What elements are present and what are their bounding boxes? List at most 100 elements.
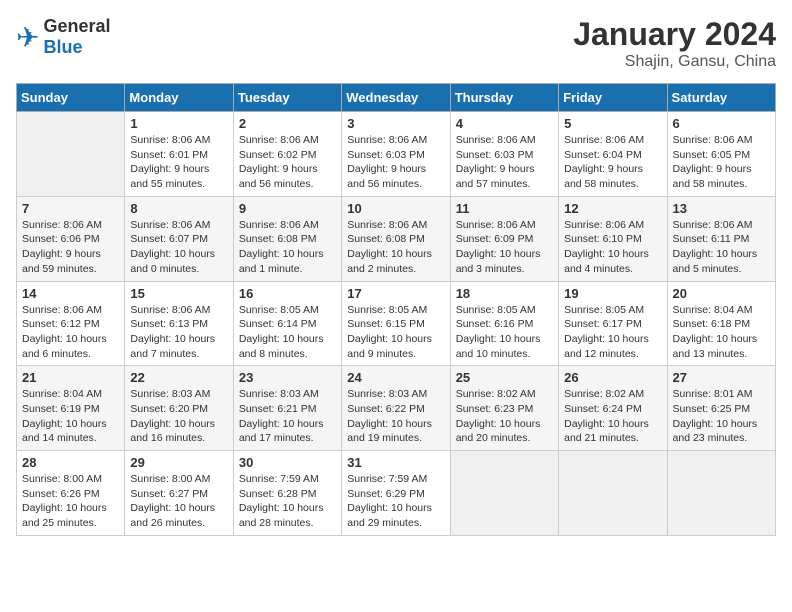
day-number: 30 — [239, 455, 336, 470]
calendar-cell: 15 Sunrise: 8:06 AMSunset: 6:13 PMDayligh… — [125, 281, 233, 366]
calendar-cell: 10 Sunrise: 8:06 AMSunset: 6:08 PMDayligh… — [342, 196, 450, 281]
day-info: Sunrise: 8:06 AMSunset: 6:11 PMDaylight:… — [673, 218, 770, 277]
day-number: 12 — [564, 201, 661, 216]
day-number: 28 — [22, 455, 119, 470]
day-info: Sunrise: 8:04 AMSunset: 6:18 PMDaylight:… — [673, 303, 770, 362]
day-number: 25 — [456, 370, 553, 385]
day-info: Sunrise: 8:06 AMSunset: 6:08 PMDaylight:… — [347, 218, 444, 277]
day-number: 8 — [130, 201, 227, 216]
day-info: Sunrise: 8:06 AMSunset: 6:05 PMDaylight:… — [673, 133, 770, 192]
calendar-week-3: 14 Sunrise: 8:06 AMSunset: 6:12 PMDayligh… — [17, 281, 776, 366]
day-info: Sunrise: 8:06 AMSunset: 6:06 PMDaylight:… — [22, 218, 119, 277]
title-block: January 2024 Shajin, Gansu, China — [573, 16, 776, 71]
calendar-cell: 25 Sunrise: 8:02 AMSunset: 6:23 PMDayligh… — [450, 366, 558, 451]
day-number: 5 — [564, 116, 661, 131]
calendar-cell: 7 Sunrise: 8:06 AMSunset: 6:06 PMDaylight… — [17, 196, 125, 281]
location-title: Shajin, Gansu, China — [573, 53, 776, 71]
logo-icon: ✈ — [16, 21, 39, 54]
calendar-cell: 17Sunrise: 8:05 AMSunset: 6:15 PMDayligh… — [342, 281, 450, 366]
calendar-cell: 29 Sunrise: 8:00 AMSunset: 6:27 PMDayligh… — [125, 451, 233, 536]
day-info: Sunrise: 7:59 AMSunset: 6:28 PMDaylight:… — [239, 472, 336, 531]
calendar-cell — [450, 451, 558, 536]
day-info: Sunrise: 8:05 AMSunset: 6:17 PMDaylight:… — [564, 303, 661, 362]
day-number: 19 — [564, 286, 661, 301]
calendar-cell: 30 Sunrise: 7:59 AMSunset: 6:28 PMDayligh… — [233, 451, 341, 536]
logo-general: General — [43, 16, 110, 36]
day-number: 2 — [239, 116, 336, 131]
day-info: Sunrise: 8:03 AMSunset: 6:22 PMDaylight:… — [347, 387, 444, 446]
weekday-header-friday: Friday — [559, 84, 667, 112]
calendar-cell: 13Sunrise: 8:06 AMSunset: 6:11 PMDayligh… — [667, 196, 775, 281]
day-number: 1 — [130, 116, 227, 131]
day-info: Sunrise: 8:05 AMSunset: 6:15 PMDaylight:… — [347, 303, 444, 362]
day-number: 26 — [564, 370, 661, 385]
calendar-cell: 14 Sunrise: 8:06 AMSunset: 6:12 PMDayligh… — [17, 281, 125, 366]
calendar-cell: 21Sunrise: 8:04 AMSunset: 6:19 PMDayligh… — [17, 366, 125, 451]
day-info: Sunrise: 8:06 AMSunset: 6:13 PMDaylight:… — [130, 303, 227, 362]
day-info: Sunrise: 8:06 AMSunset: 6:07 PMDaylight:… — [130, 218, 227, 277]
weekday-header-tuesday: Tuesday — [233, 84, 341, 112]
calendar-table: SundayMondayTuesdayWednesdayThursdayFrid… — [16, 83, 776, 536]
calendar-cell: 1 Sunrise: 8:06 AMSunset: 6:01 PMDaylight… — [125, 112, 233, 197]
calendar-cell — [667, 451, 775, 536]
calendar-cell: 23Sunrise: 8:03 AMSunset: 6:21 PMDayligh… — [233, 366, 341, 451]
calendar-cell: 19 Sunrise: 8:05 AMSunset: 6:17 PMDayligh… — [559, 281, 667, 366]
calendar-cell: 26 Sunrise: 8:02 AMSunset: 6:24 PMDayligh… — [559, 366, 667, 451]
day-number: 22 — [130, 370, 227, 385]
day-info: Sunrise: 8:06 AMSunset: 6:03 PMDaylight:… — [456, 133, 553, 192]
page-header: ✈ General Blue January 2024 Shajin, Gans… — [16, 16, 776, 71]
day-number: 24 — [347, 370, 444, 385]
calendar-cell: 12Sunrise: 8:06 AMSunset: 6:10 PMDayligh… — [559, 196, 667, 281]
day-number: 18 — [456, 286, 553, 301]
calendar-week-4: 21Sunrise: 8:04 AMSunset: 6:19 PMDayligh… — [17, 366, 776, 451]
day-info: Sunrise: 8:06 AMSunset: 6:12 PMDaylight:… — [22, 303, 119, 362]
day-info: Sunrise: 8:06 AMSunset: 6:01 PMDaylight:… — [130, 133, 227, 192]
calendar-cell — [559, 451, 667, 536]
day-number: 31 — [347, 455, 444, 470]
calendar-cell: 16Sunrise: 8:05 AMSunset: 6:14 PMDayligh… — [233, 281, 341, 366]
day-info: Sunrise: 8:02 AMSunset: 6:24 PMDaylight:… — [564, 387, 661, 446]
calendar-cell: 27Sunrise: 8:01 AMSunset: 6:25 PMDayligh… — [667, 366, 775, 451]
calendar-cell: 5 Sunrise: 8:06 AMSunset: 6:04 PMDaylight… — [559, 112, 667, 197]
calendar-cell: 8 Sunrise: 8:06 AMSunset: 6:07 PMDaylight… — [125, 196, 233, 281]
day-number: 6 — [673, 116, 770, 131]
day-info: Sunrise: 8:06 AMSunset: 6:04 PMDaylight:… — [564, 133, 661, 192]
logo-blue: Blue — [43, 37, 82, 57]
weekday-header-saturday: Saturday — [667, 84, 775, 112]
day-info: Sunrise: 8:00 AMSunset: 6:26 PMDaylight:… — [22, 472, 119, 531]
day-number: 7 — [22, 201, 119, 216]
day-number: 11 — [456, 201, 553, 216]
day-number: 4 — [456, 116, 553, 131]
day-number: 15 — [130, 286, 227, 301]
calendar-cell: 18 Sunrise: 8:05 AMSunset: 6:16 PMDayligh… — [450, 281, 558, 366]
calendar-cell: 22Sunrise: 8:03 AMSunset: 6:20 PMDayligh… — [125, 366, 233, 451]
weekday-header-wednesday: Wednesday — [342, 84, 450, 112]
calendar-week-5: 28 Sunrise: 8:00 AMSunset: 6:26 PMDayligh… — [17, 451, 776, 536]
calendar-cell: 20 Sunrise: 8:04 AMSunset: 6:18 PMDayligh… — [667, 281, 775, 366]
day-info: Sunrise: 8:02 AMSunset: 6:23 PMDaylight:… — [456, 387, 553, 446]
day-info: Sunrise: 8:00 AMSunset: 6:27 PMDaylight:… — [130, 472, 227, 531]
logo: ✈ General Blue — [16, 16, 111, 58]
day-number: 23 — [239, 370, 336, 385]
day-number: 10 — [347, 201, 444, 216]
day-number: 14 — [22, 286, 119, 301]
day-info: Sunrise: 8:05 AMSunset: 6:16 PMDaylight:… — [456, 303, 553, 362]
calendar-cell: 2 Sunrise: 8:06 AMSunset: 6:02 PMDaylight… — [233, 112, 341, 197]
month-title: January 2024 — [573, 16, 776, 53]
day-info: Sunrise: 8:04 AMSunset: 6:19 PMDaylight:… — [22, 387, 119, 446]
calendar-week-2: 7 Sunrise: 8:06 AMSunset: 6:06 PMDaylight… — [17, 196, 776, 281]
day-number: 9 — [239, 201, 336, 216]
calendar-cell: 24 Sunrise: 8:03 AMSunset: 6:22 PMDayligh… — [342, 366, 450, 451]
calendar-cell: 9Sunrise: 8:06 AMSunset: 6:08 PMDaylight… — [233, 196, 341, 281]
day-info: Sunrise: 8:06 AMSunset: 6:02 PMDaylight:… — [239, 133, 336, 192]
day-info: Sunrise: 8:06 AMSunset: 6:03 PMDaylight:… — [347, 133, 444, 192]
weekday-header-thursday: Thursday — [450, 84, 558, 112]
day-info: Sunrise: 7:59 AMSunset: 6:29 PMDaylight:… — [347, 472, 444, 531]
day-number: 3 — [347, 116, 444, 131]
day-info: Sunrise: 8:06 AMSunset: 6:09 PMDaylight:… — [456, 218, 553, 277]
calendar-cell: 3 Sunrise: 8:06 AMSunset: 6:03 PMDaylight… — [342, 112, 450, 197]
day-number: 20 — [673, 286, 770, 301]
calendar-week-1: 1 Sunrise: 8:06 AMSunset: 6:01 PMDaylight… — [17, 112, 776, 197]
day-number: 16 — [239, 286, 336, 301]
day-number: 29 — [130, 455, 227, 470]
